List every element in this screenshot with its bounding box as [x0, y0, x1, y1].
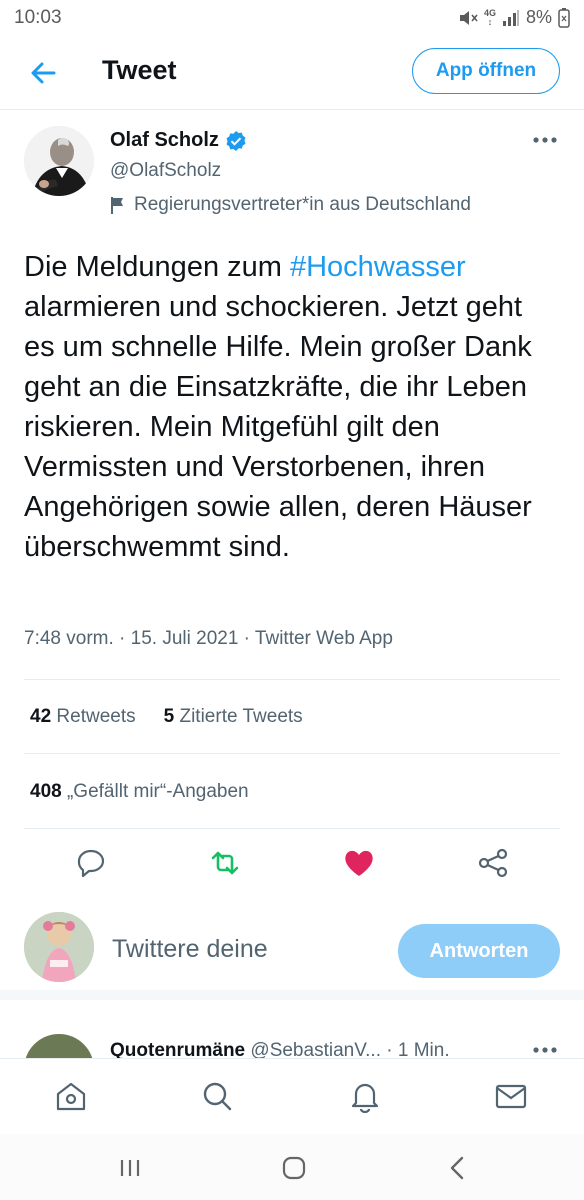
quotes-label: Zitierte Tweets — [179, 706, 303, 727]
recent-apps-icon[interactable] — [116, 1154, 144, 1182]
divider — [24, 753, 560, 754]
user-avatar[interactable] — [24, 912, 94, 982]
battery-icon — [558, 7, 570, 28]
flag-icon — [111, 197, 123, 214]
next-tweet-header: Quotenrumäne @SebastianV... · 1 Min. — [110, 1040, 450, 1058]
status-icons: 4G ↕ 8% — [458, 7, 570, 28]
retweets-stat[interactable]: 42 Retweets — [30, 706, 136, 728]
battery-percent: 8% — [525, 7, 552, 27]
tweet-actions — [0, 838, 584, 888]
more-options-icon[interactable] — [532, 136, 558, 144]
quotes-count: 5 — [163, 706, 175, 727]
heart-icon[interactable] — [342, 846, 376, 880]
author-name-text: Olaf Scholz — [110, 129, 219, 151]
likes-label: „Gefällt mir“-Angaben — [66, 781, 249, 802]
search-icon[interactable] — [200, 1079, 234, 1113]
likes-count: 408 — [30, 781, 62, 802]
government-label-text: Regierungsvertreter*in aus Deutschland — [134, 194, 471, 215]
author-name[interactable]: Olaf Scholz — [110, 129, 247, 152]
next-tweet-time: · 1 Min. — [386, 1040, 450, 1058]
signal-icon — [502, 9, 519, 26]
likes-stat[interactable]: 408 „Gefällt mir“-Angaben — [30, 781, 249, 803]
share-icon[interactable] — [476, 846, 510, 880]
system-navigation-bar — [0, 1134, 584, 1200]
reply-input[interactable]: Twittere deine — [112, 935, 268, 964]
retweets-label: Retweets — [56, 706, 136, 727]
next-tweet-author: Quotenrumäne — [110, 1040, 246, 1058]
retweets-count: 42 — [30, 706, 52, 727]
app-header: Tweet App öffnen — [0, 38, 584, 110]
reply-button[interactable]: Antworten — [398, 924, 560, 978]
author-photo — [24, 126, 94, 196]
arrow-left-icon[interactable] — [28, 58, 58, 88]
status-time: 10:03 — [14, 7, 62, 28]
home-button-icon[interactable] — [280, 1154, 308, 1182]
retweet-icon[interactable] — [208, 846, 242, 880]
more-options-icon[interactable] — [532, 1046, 558, 1054]
tweet-author: Olaf Scholz @OlafScholz Regierungsvertre… — [0, 120, 584, 230]
comment-icon[interactable] — [74, 846, 108, 880]
mute-icon — [459, 10, 478, 25]
reply-composer: Twittere deine Antworten — [0, 900, 584, 1000]
like-stats: 408 „Gefällt mir“-Angaben — [30, 781, 249, 803]
status-bar: 10:03 4G ↕ 8% — [0, 0, 584, 36]
bell-icon[interactable] — [348, 1079, 382, 1113]
tweet-text-part: alarmieren und schockieren. Jetzt geht e… — [24, 291, 532, 563]
retweet-stats: 42 Retweets 5 Zitierte Tweets — [30, 706, 303, 728]
bottom-navigation — [0, 1058, 584, 1132]
open-app-button[interactable]: App öffnen — [412, 48, 560, 94]
tweet-text-part: Die Meldungen zum — [24, 251, 290, 283]
home-icon[interactable] — [54, 1079, 88, 1113]
next-tweet-avatar[interactable] — [24, 1034, 94, 1058]
divider — [24, 828, 560, 829]
mail-icon[interactable] — [494, 1079, 528, 1113]
network-indicator: 4G ↕ — [483, 7, 496, 27]
next-tweet[interactable]: Quotenrumäne @SebastianV... · 1 Min. — [0, 1010, 584, 1058]
back-button-icon[interactable] — [444, 1154, 472, 1182]
quotes-stat[interactable]: 5 Zitierte Tweets — [164, 706, 303, 728]
next-tweet-handle: @SebastianV... — [250, 1040, 381, 1058]
verified-badge-icon — [226, 130, 246, 151]
author-handle[interactable]: @OlafScholz — [110, 160, 221, 182]
divider — [24, 679, 560, 680]
page-title: Tweet — [102, 55, 177, 85]
avatar[interactable] — [24, 126, 94, 196]
tweet-text: Die Meldungen zum #Hochwasser alarmieren… — [24, 247, 560, 567]
user-avatar-image — [24, 912, 94, 982]
hashtag-link[interactable]: #Hochwasser — [290, 251, 466, 283]
government-label: Regierungsvertreter*in aus Deutschland — [110, 194, 471, 216]
tweet-timestamp[interactable]: 7:48 vorm. · 15. Juli 2021 · Twitter Web… — [24, 628, 393, 650]
